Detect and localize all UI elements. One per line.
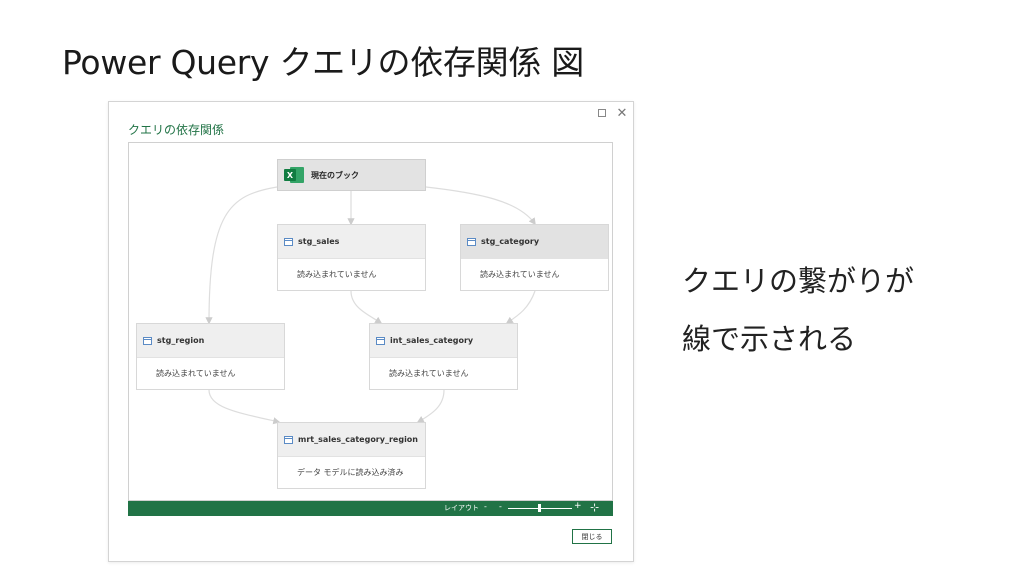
query-name: stg_region bbox=[157, 336, 205, 345]
query-node-stg-sales[interactable]: stg_sales 読み込まれていません bbox=[277, 224, 426, 291]
caption-line-2: 線で示される bbox=[682, 322, 857, 356]
dialog-title: クエリの依存関係 bbox=[128, 123, 225, 137]
workbook-label: 現在のブック bbox=[311, 170, 359, 180]
edge-int-to-mrt bbox=[416, 389, 445, 423]
caption-line-1: クエリの繋がりが bbox=[682, 264, 915, 298]
query-name: stg_sales bbox=[298, 237, 340, 246]
table-icon bbox=[284, 435, 293, 444]
query-name: stg_category bbox=[481, 237, 540, 246]
table-icon bbox=[376, 336, 385, 345]
dependency-graph-canvas[interactable]: X 現在のブック stg_sales 読み込まれていません stg_catego… bbox=[128, 142, 613, 501]
query-status: データ モデルに読み込み済み bbox=[278, 456, 425, 488]
zoom-in-button[interactable]: + bbox=[574, 501, 582, 511]
workbook-node[interactable]: X 現在のブック bbox=[277, 159, 426, 191]
table-icon bbox=[284, 237, 293, 246]
edge-stg-region-to-mrt bbox=[208, 389, 281, 425]
slide-title: Power Query クエリの依存関係 図 bbox=[62, 43, 584, 82]
status-bar: レイアウト - - + ⊹ bbox=[128, 501, 613, 516]
layout-menu[interactable]: レイアウト bbox=[444, 503, 479, 513]
edge-workbook-to-stg-region bbox=[205, 186, 278, 325]
query-node-mrt-sales-category-region[interactable]: mrt_sales_category_region データ モデルに読み込み済み bbox=[277, 422, 426, 489]
zoom-out-button[interactable]: - bbox=[499, 502, 502, 511]
excel-icon: X bbox=[284, 166, 304, 184]
query-status: 読み込まれていません bbox=[370, 357, 517, 389]
table-icon bbox=[143, 336, 152, 345]
query-name: int_sales_category bbox=[390, 336, 474, 345]
edge-workbook-to-stg-category bbox=[425, 186, 536, 226]
query-status: 読み込まれていません bbox=[137, 357, 284, 389]
query-status: 読み込まれていません bbox=[278, 258, 425, 290]
query-status: 読み込まれていません bbox=[461, 258, 608, 290]
layout-dropdown-icon[interactable]: - bbox=[484, 502, 487, 511]
close-button[interactable]: 閉じる bbox=[572, 529, 612, 544]
close-icon[interactable]: ✕ bbox=[615, 106, 629, 121]
edge-stg-sales-to-int bbox=[350, 290, 383, 324]
edge-stg-category-to-int bbox=[505, 290, 536, 324]
query-node-stg-region[interactable]: stg_region 読み込まれていません bbox=[136, 323, 285, 390]
maximize-icon[interactable] bbox=[595, 106, 609, 120]
zoom-slider-thumb[interactable] bbox=[538, 504, 541, 512]
fit-to-screen-icon[interactable]: ⊹ bbox=[590, 501, 599, 514]
query-dependencies-dialog: クエリの依存関係 ✕ X 現在のブック stg_sales 読み込まれていません… bbox=[108, 101, 634, 562]
table-icon bbox=[467, 237, 476, 246]
query-name: mrt_sales_category_region bbox=[298, 435, 418, 444]
query-node-int-sales-category[interactable]: int_sales_category 読み込まれていません bbox=[369, 323, 518, 390]
query-node-stg-category[interactable]: stg_category 読み込まれていません bbox=[460, 224, 609, 291]
